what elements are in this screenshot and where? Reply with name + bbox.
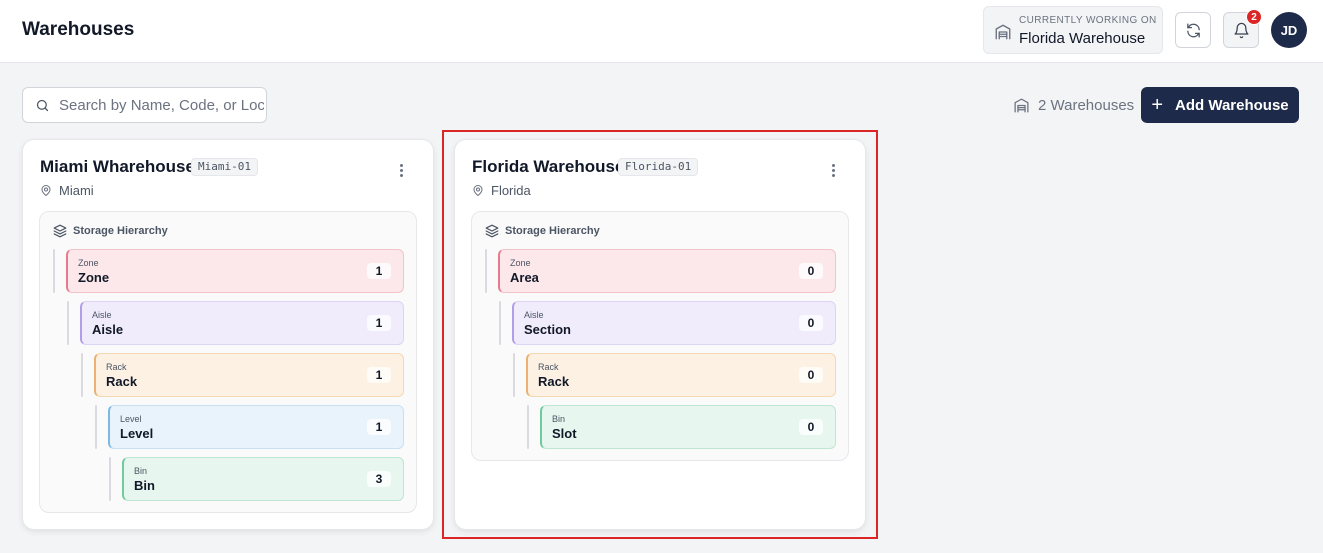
level-name: Zone bbox=[78, 270, 110, 285]
user-avatar[interactable]: JD bbox=[1271, 12, 1307, 48]
hierarchy-guide-line bbox=[95, 405, 97, 449]
layers-icon bbox=[53, 224, 67, 238]
current-warehouse-value: Florida Warehouse bbox=[1019, 30, 1146, 47]
notification-count-badge: 2 bbox=[1246, 9, 1262, 25]
warehouse-card[interactable]: Miami Wharehouse Miami-01 Miami Storage … bbox=[22, 139, 434, 530]
warehouse-code-badge: Miami-01 bbox=[191, 158, 258, 176]
current-warehouse-selector[interactable]: CURRENTLY WORKING ON Florida Warehouse bbox=[983, 6, 1163, 54]
search-input[interactable] bbox=[59, 88, 264, 122]
hierarchy-level-rack[interactable]: Rack Rack 1 bbox=[94, 353, 404, 397]
hierarchy-guide-line bbox=[67, 301, 69, 345]
page-title: Warehouses bbox=[22, 19, 135, 40]
level-count-badge: 1 bbox=[367, 315, 391, 331]
refresh-icon bbox=[1186, 22, 1200, 38]
search-box[interactable] bbox=[22, 87, 267, 123]
warehouse-icon bbox=[1014, 98, 1029, 113]
search-icon bbox=[36, 99, 49, 112]
warehouse-location: Miami bbox=[40, 183, 94, 198]
storage-hierarchy-panel: Storage Hierarchy Zone Zone 1 Aisle Aisl… bbox=[39, 211, 417, 513]
level-type: Aisle bbox=[92, 310, 112, 320]
warehouse-count-label: 2 Warehouses bbox=[1038, 97, 1135, 114]
selection-highlight bbox=[442, 130, 878, 539]
hierarchy-level-aisle[interactable]: Aisle Aisle 1 bbox=[80, 301, 404, 345]
hierarchy-level-bin[interactable]: Bin Bin 3 bbox=[122, 457, 404, 501]
level-count-badge: 1 bbox=[367, 419, 391, 435]
hierarchy-level-level[interactable]: Level Level 1 bbox=[108, 405, 404, 449]
card-menu-button[interactable] bbox=[393, 160, 409, 180]
current-warehouse-label: CURRENTLY WORKING ON bbox=[1019, 15, 1157, 26]
add-warehouse-label: Add Warehouse bbox=[1175, 96, 1289, 114]
warehouse-name: Miami Wharehouse bbox=[40, 157, 195, 176]
location-label: Miami bbox=[59, 183, 94, 198]
level-name: Bin bbox=[134, 478, 155, 493]
add-warehouse-button[interactable]: + Add Warehouse bbox=[1141, 87, 1299, 123]
level-name: Rack bbox=[106, 374, 138, 389]
level-name: Aisle bbox=[92, 322, 124, 337]
level-name: Level bbox=[120, 426, 154, 441]
level-type: Rack bbox=[106, 362, 127, 372]
hierarchy-guide-line bbox=[81, 353, 83, 397]
bell-icon bbox=[1233, 22, 1249, 38]
level-count-badge: 1 bbox=[367, 367, 391, 383]
hierarchy-guide-line bbox=[53, 249, 55, 293]
map-pin-icon bbox=[41, 185, 51, 196]
refresh-button[interactable] bbox=[1175, 12, 1211, 48]
hierarchy-guide-line bbox=[109, 457, 111, 501]
hierarchy-header: Storage Hierarchy bbox=[53, 224, 168, 238]
plus-icon: + bbox=[1151, 94, 1164, 116]
level-count-badge: 3 bbox=[367, 471, 391, 487]
level-type: Bin bbox=[134, 466, 148, 476]
level-count-badge: 1 bbox=[367, 263, 391, 279]
level-type: Level bbox=[120, 414, 142, 424]
level-type: Zone bbox=[78, 258, 99, 268]
warehouse-icon bbox=[995, 24, 1011, 40]
hierarchy-level-zone[interactable]: Zone Zone 1 bbox=[66, 249, 404, 293]
warehouse-count: 2 Warehouses bbox=[1013, 97, 1134, 114]
top-bar: Warehouses CURRENTLY WORKING ON Florida … bbox=[0, 0, 1323, 63]
hierarchy-title: Storage Hierarchy bbox=[73, 225, 168, 237]
